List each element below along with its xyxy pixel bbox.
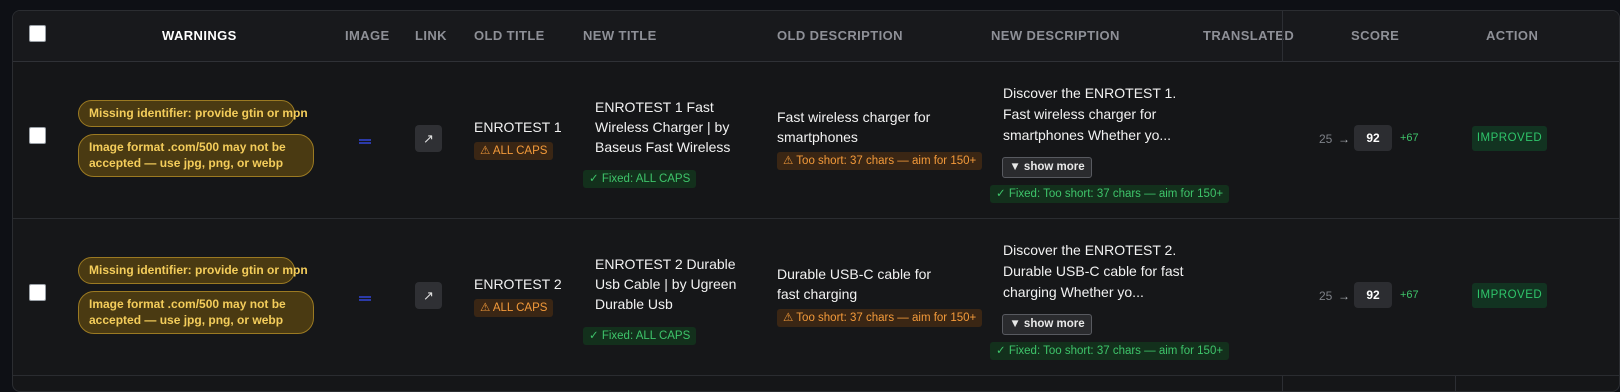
row-checkbox[interactable] (29, 127, 46, 144)
arrow-right-icon: → (1338, 132, 1350, 146)
warning-badge: Missing identifier: provide gtin or mpn (78, 257, 308, 284)
all-caps-warning-tag: ⚠ ALL CAPS (474, 299, 554, 317)
new-description-text: Discover the ENROTEST 2. Durable USB-C c… (1003, 242, 1184, 300)
too-short-warning-tag: ⚠ Too short: 37 chars — aim for 150+ (777, 152, 983, 170)
warning-badge: Missing identifier: provide gtin or mpn (78, 100, 308, 127)
old-score: 25 (1319, 132, 1333, 146)
broken-image-icon (359, 296, 371, 301)
external-link-arrow-icon[interactable]: ↗ (415, 125, 442, 152)
warning-badge: Image format .com/500 may not be accepte… (78, 134, 314, 177)
table-row: Missing identifier: provide gtin or mpn … (13, 219, 1619, 376)
header-link[interactable]: LINK (415, 11, 447, 61)
old-title: ENROTEST 1 (474, 119, 562, 135)
warning-badge: Image format .com/500 may not be accepte… (78, 291, 314, 334)
old-description: Fast wireless charger for smartphones (777, 109, 931, 145)
new-description-text: Discover the ENROTEST 1. Fast wireless c… (1003, 85, 1177, 143)
results-table: WARNINGS IMAGE LINK OLD TITLE NEW TITLE … (12, 10, 1620, 392)
broken-image-icon (359, 139, 371, 144)
header-image[interactable]: IMAGE (345, 11, 390, 61)
header-old-title[interactable]: OLD TITLE (474, 11, 545, 61)
new-title: ENROTEST 1 Fast Wireless Charger | by Ba… (595, 99, 731, 155)
new-title: ENROTEST 2 Durable Usb Cable | by Ugreen… (595, 256, 737, 312)
all-caps-warning-tag: ⚠ ALL CAPS (474, 142, 554, 160)
old-score: 25 (1319, 289, 1333, 303)
old-description: Durable USB-C cable for fast charging (777, 266, 932, 302)
status-badge: IMPROVED (1472, 283, 1547, 308)
select-all-checkbox[interactable] (29, 25, 46, 42)
table-header: WARNINGS IMAGE LINK OLD TITLE NEW TITLE … (13, 11, 1619, 62)
header-action[interactable]: ACTION (1486, 11, 1538, 61)
fixed-tag: ✓ Fixed: Too short: 37 chars — aim for 1… (990, 342, 1230, 360)
row-checkbox[interactable] (29, 284, 46, 301)
header-translated[interactable]: TRANSLATED (1203, 11, 1294, 61)
score-delta: +67 (1400, 289, 1419, 301)
external-link-arrow-icon[interactable]: ↗ (415, 282, 442, 309)
show-more-button[interactable]: ▼ show more (1002, 314, 1092, 335)
header-new-description[interactable]: NEW DESCRIPTION (991, 11, 1120, 61)
arrow-right-icon: → (1338, 289, 1350, 303)
fixed-tag: ✓ Fixed: ALL CAPS (583, 170, 697, 188)
fixed-tag: ✓ Fixed: ALL CAPS (583, 327, 697, 345)
table-row: Missing identifier: provide gtin or mpn … (13, 62, 1619, 219)
header-old-description[interactable]: OLD DESCRIPTION (777, 11, 903, 61)
new-description: Discover the ENROTEST 1. Fast wireless c… (1003, 83, 1193, 167)
show-more-button[interactable]: ▼ show more (1002, 157, 1092, 178)
score-delta: +67 (1400, 132, 1419, 144)
too-short-warning-tag: ⚠ Too short: 37 chars — aim for 150+ (777, 309, 983, 327)
header-warnings[interactable]: WARNINGS (162, 11, 237, 61)
header-score[interactable]: SCORE (1351, 11, 1399, 61)
new-score: 92 (1354, 125, 1392, 151)
new-score: 92 (1354, 282, 1392, 308)
old-title: ENROTEST 2 (474, 276, 562, 292)
header-new-title[interactable]: NEW TITLE (583, 11, 657, 61)
new-description: Discover the ENROTEST 2. Durable USB-C c… (1003, 240, 1193, 324)
fixed-tag: ✓ Fixed: Too short: 37 chars — aim for 1… (990, 185, 1230, 203)
status-badge: IMPROVED (1472, 126, 1547, 151)
